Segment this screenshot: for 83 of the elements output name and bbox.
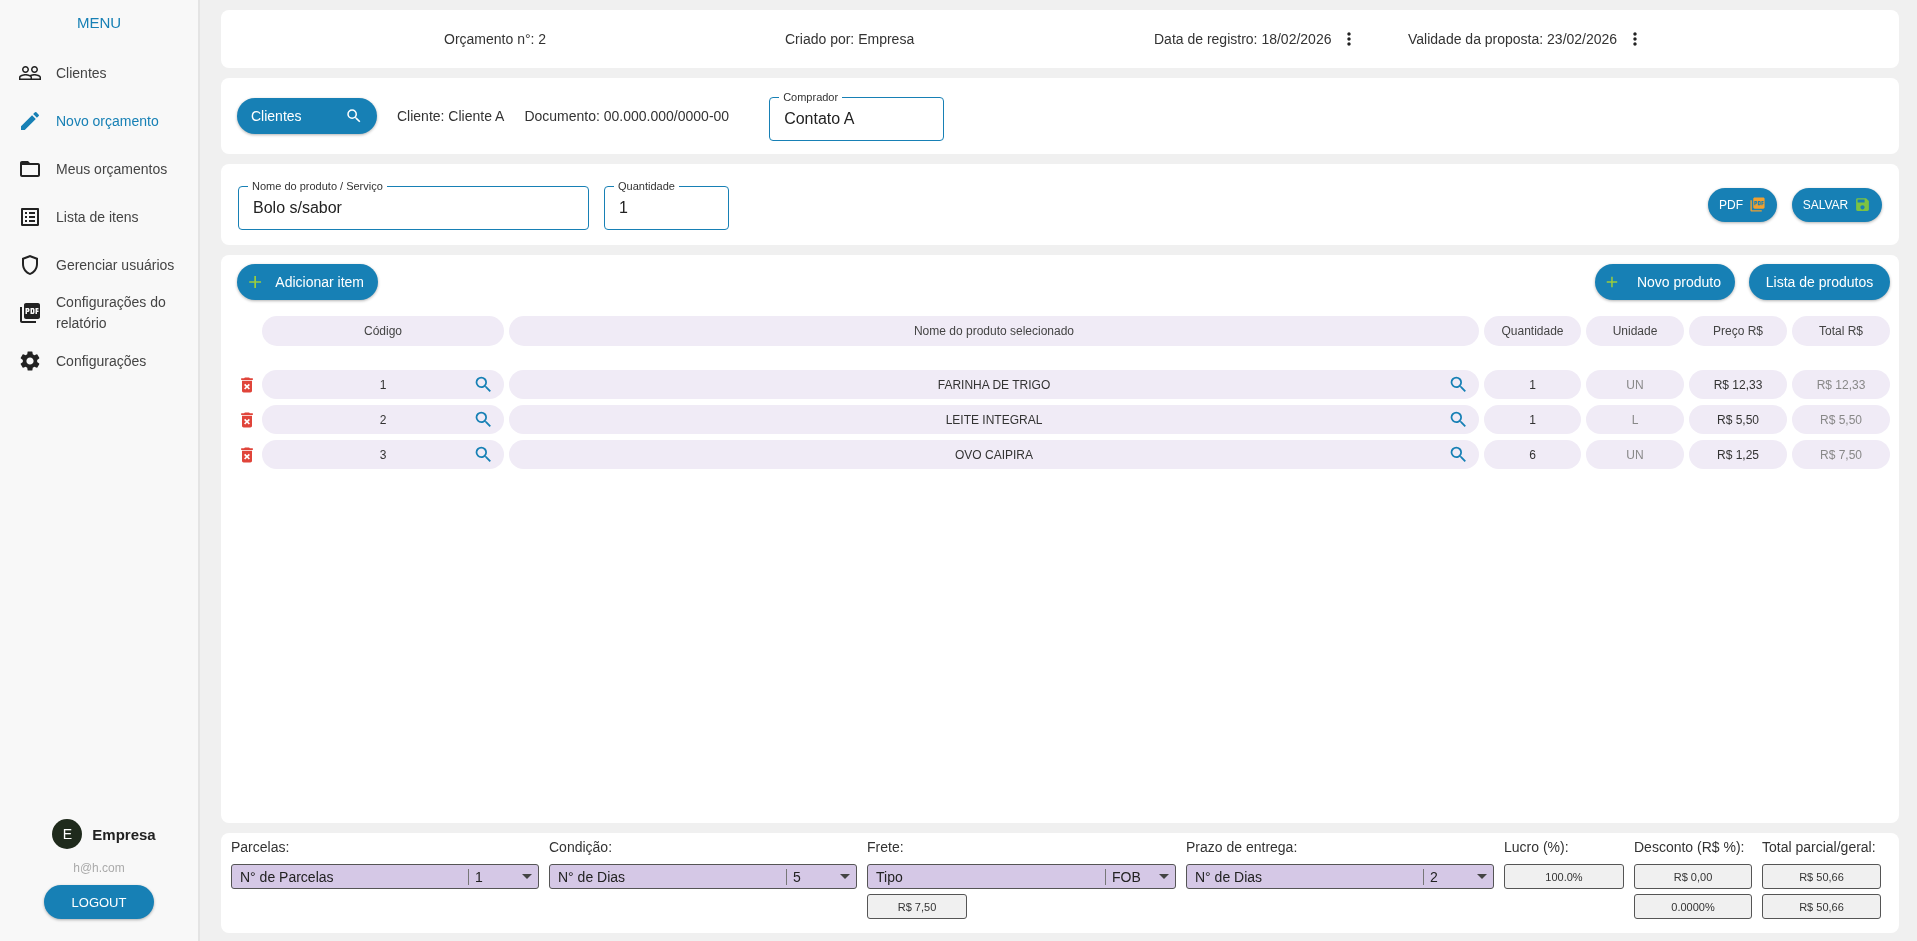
- user-name: Empresa: [92, 825, 156, 843]
- table-cell: R$ 5,50: [1689, 405, 1787, 434]
- column-header: Quantidade: [1484, 316, 1581, 346]
- new-product-button[interactable]: Novo produto: [1595, 264, 1735, 300]
- search-icon[interactable]: [473, 374, 494, 395]
- column-header: Código: [262, 316, 504, 346]
- table-cell: 1: [1484, 405, 1581, 434]
- pdf-button[interactable]: PDF: [1708, 187, 1777, 222]
- table-cell: 6: [1484, 440, 1581, 469]
- search-icon[interactable]: [1448, 374, 1469, 395]
- field-label: Lucro (%):: [1504, 839, 1570, 857]
- pencil-icon: [18, 109, 42, 133]
- table-cell: R$ 1,25: [1689, 440, 1787, 469]
- value-field: R$ 50,66: [1762, 864, 1881, 889]
- table-cell: R$ 5,50: [1792, 405, 1890, 434]
- list-icon: [18, 205, 42, 229]
- table-cell: R$ 12,33: [1689, 370, 1787, 399]
- save-icon: [1854, 196, 1872, 213]
- column-header: Total R$: [1792, 316, 1890, 346]
- field-label: Parcelas:: [231, 839, 291, 857]
- settings-icon: [18, 349, 42, 373]
- field-label: Comprador: [779, 90, 843, 104]
- column-header: Unidade: [1586, 316, 1684, 346]
- menu-item[interactable]: Clientes: [0, 49, 198, 97]
- select-field[interactable]: N° de Parcelas 1: [231, 864, 539, 889]
- value-field: 100.0%: [1504, 864, 1624, 889]
- select-field[interactable]: Tipo FOB: [867, 864, 1176, 889]
- dropdown-icon: [840, 874, 850, 879]
- search-icon[interactable]: [473, 409, 494, 430]
- field-label: Desconto (R$ %):: [1634, 839, 1746, 857]
- logout-button[interactable]: LOGOUT: [44, 885, 154, 919]
- pdf-icon: [18, 301, 42, 325]
- table-cell: L: [1586, 405, 1684, 434]
- dropdown-icon: [522, 874, 532, 879]
- table-cell: UN: [1586, 370, 1684, 399]
- add-item-button[interactable]: Adicionar item: [237, 264, 378, 300]
- menu-item[interactable]: Gerenciar usuários: [0, 241, 198, 289]
- dropdown-icon: [1159, 874, 1169, 879]
- menu-item[interactable]: Configurações do relatório: [0, 289, 198, 337]
- column-header: Preço R$: [1689, 316, 1787, 346]
- avatar: E: [52, 819, 83, 849]
- value-field: R$ 50,66: [1762, 894, 1881, 919]
- search-icon: [345, 107, 363, 125]
- field-label: Condição:: [549, 839, 614, 857]
- header-info: Orçamento n°: 2: [444, 31, 547, 47]
- header-info: Criado por: Empresa: [785, 31, 915, 47]
- table-cell: R$ 12,33: [1792, 370, 1890, 399]
- save-button[interactable]: SALVAR: [1792, 187, 1882, 222]
- product-list-button[interactable]: Lista de produtos: [1749, 264, 1890, 300]
- menu-item[interactable]: Meus orçamentos: [0, 145, 198, 193]
- menu-item[interactable]: Configurações: [0, 337, 198, 385]
- value-field: R$ 0,00: [1634, 864, 1752, 889]
- pdf-icon: [1749, 196, 1766, 213]
- table-cell: OVO CAIPIRA: [509, 440, 1479, 469]
- select-field[interactable]: N° de Dias 5: [549, 864, 857, 889]
- client-name: Cliente: Cliente A: [397, 108, 505, 124]
- client-document: Documento: 00.000.000/0000-00: [524, 108, 730, 124]
- table-cell: FARINHA DE TRIGO: [509, 370, 1479, 399]
- table-cell: R$ 7,50: [1792, 440, 1890, 469]
- header-info: Validade da proposta: 23/02/2026: [1408, 31, 1618, 47]
- value-field: R$ 7,50: [867, 894, 967, 919]
- value-field: 0.0000%: [1634, 894, 1752, 919]
- menu-title: MENU: [75, 14, 123, 31]
- table-cell: LEITE INTEGRAL: [509, 405, 1479, 434]
- column-header: Nome do produto selecionado: [509, 316, 1479, 346]
- field-label: Prazo de entrega:: [1186, 839, 1299, 857]
- select-field[interactable]: N° de Dias 2: [1186, 864, 1494, 889]
- field-label: Total parcial/geral:: [1762, 839, 1877, 857]
- menu-item[interactable]: Lista de itens: [0, 193, 198, 241]
- table-cell: 1: [262, 370, 504, 399]
- field-label: Frete:: [867, 839, 905, 857]
- dropdown-icon: [1477, 874, 1487, 879]
- search-icon[interactable]: [473, 444, 494, 465]
- search-icon[interactable]: [1448, 444, 1469, 465]
- header-info: Data de registro: 18/02/2026: [1154, 31, 1332, 47]
- table-cell: 1: [1484, 370, 1581, 399]
- clients-button[interactable]: Clientes: [237, 98, 377, 134]
- search-icon[interactable]: [1448, 409, 1469, 430]
- table-cell: 3: [262, 440, 504, 469]
- menu-item[interactable]: Novo orçamento: [0, 97, 198, 145]
- table-cell: 2: [262, 405, 504, 434]
- table-cell: UN: [1586, 440, 1684, 469]
- user-email: h@h.com: [73, 861, 125, 875]
